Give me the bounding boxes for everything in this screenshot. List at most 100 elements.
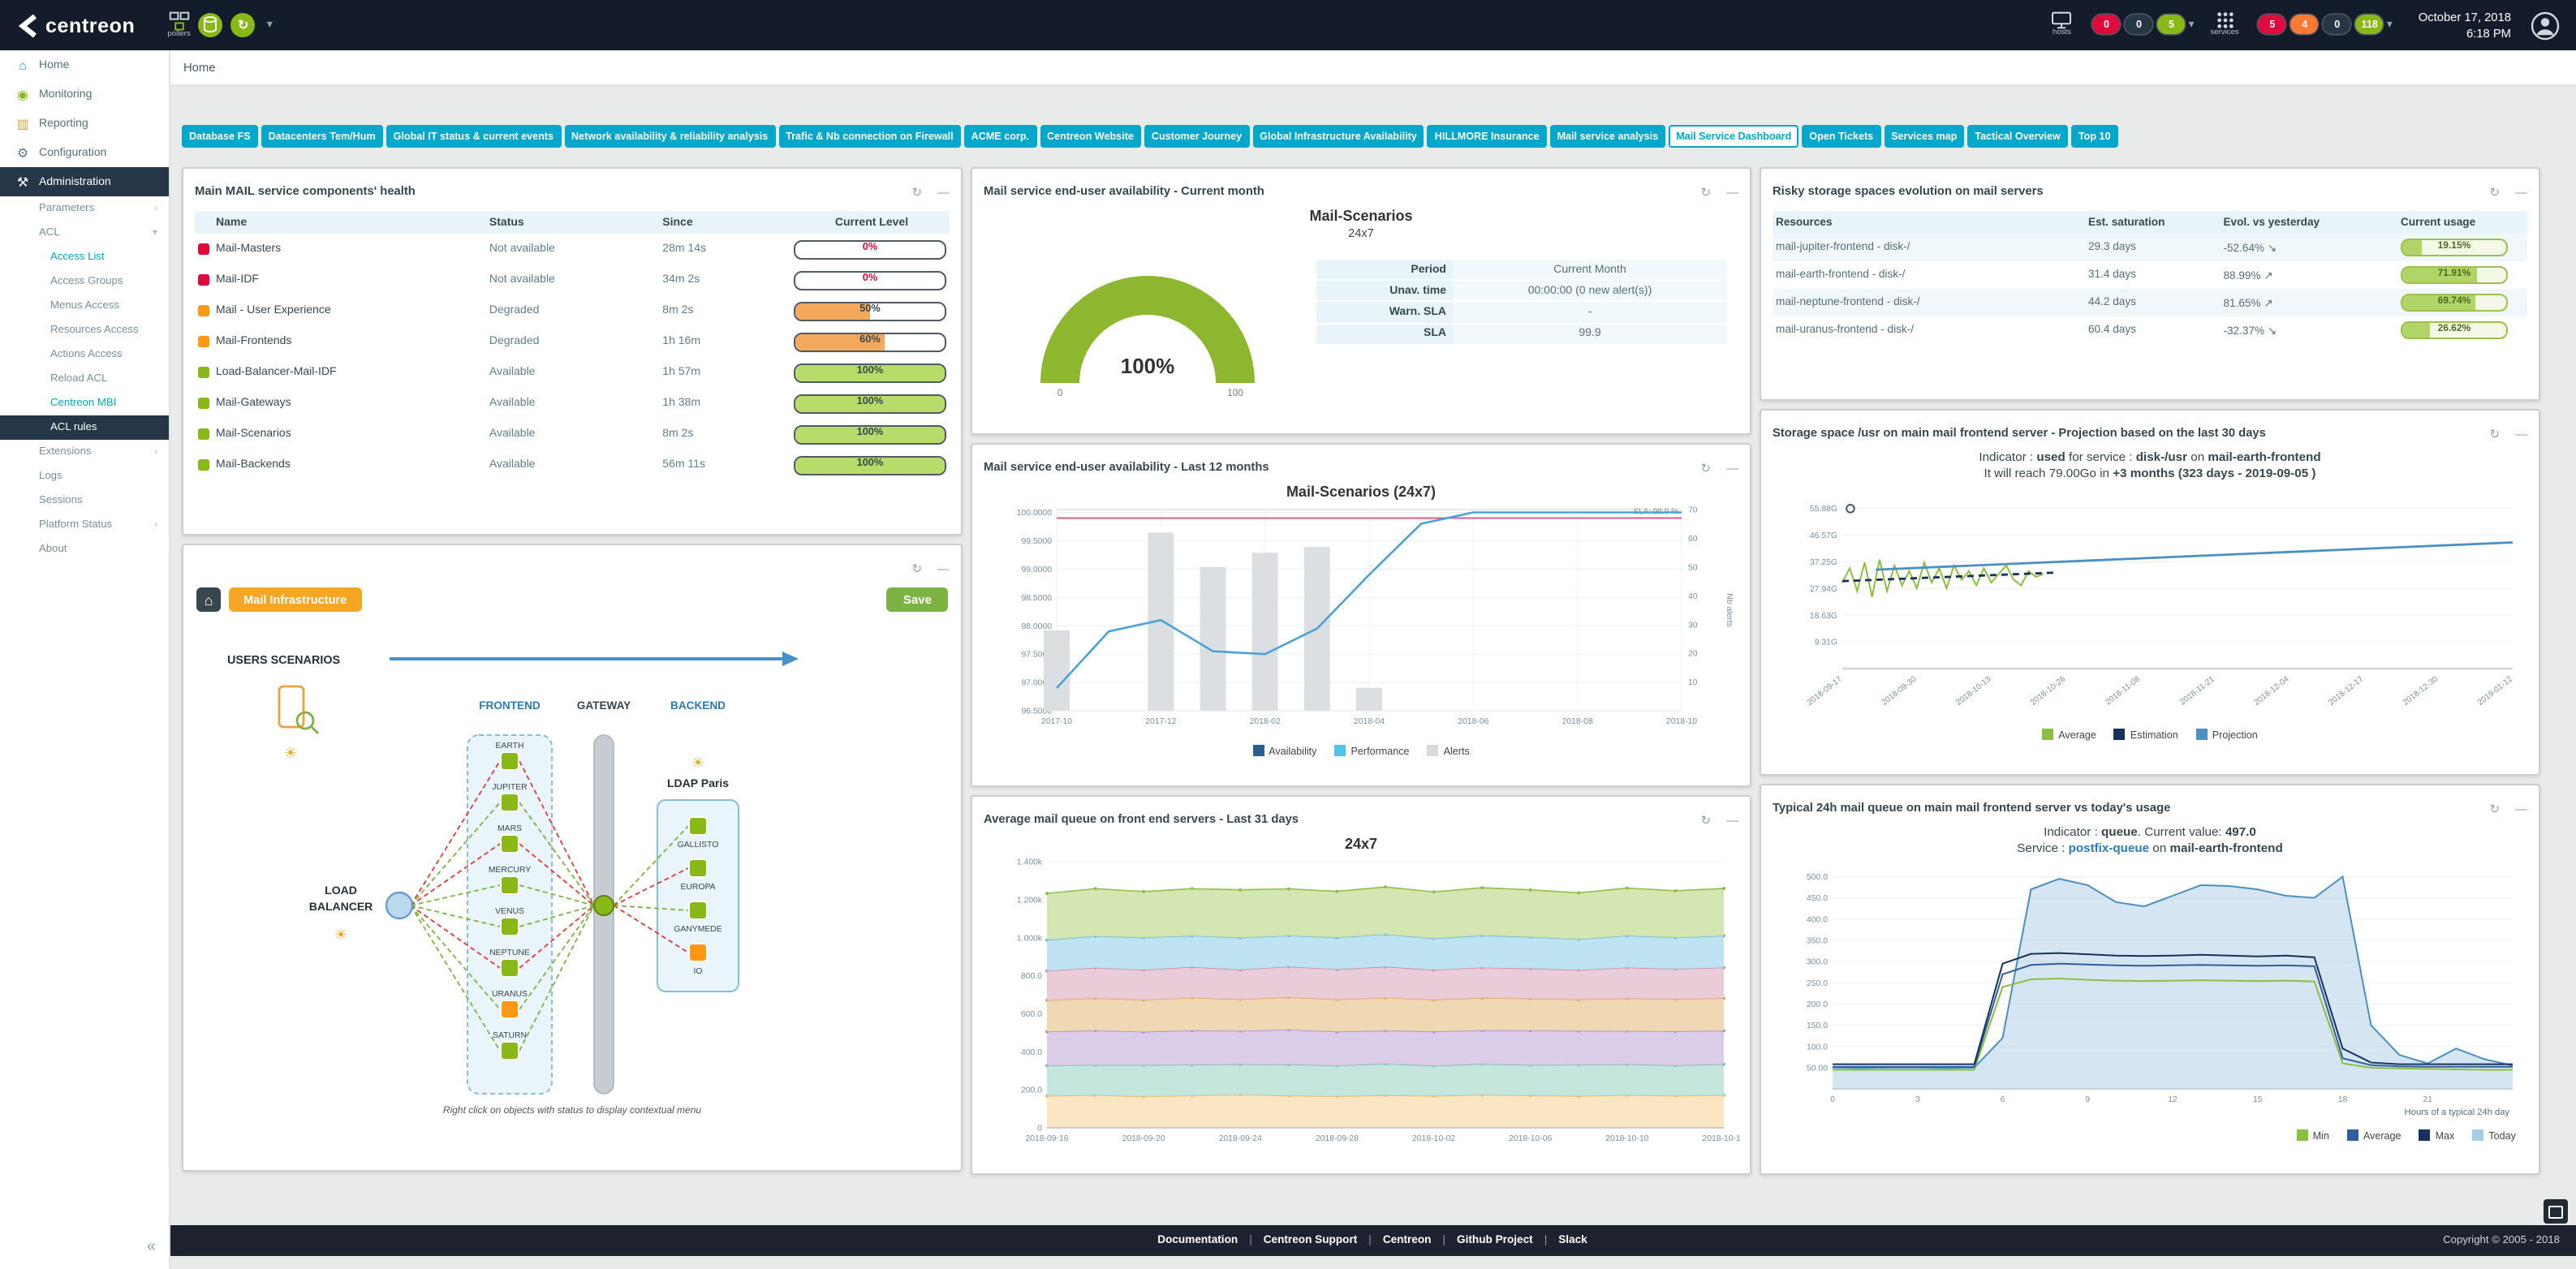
services-icon[interactable]: services [2211,11,2239,39]
sidebar-subitem-parameters[interactable]: Parameters› [0,196,169,221]
refresh-widget-icon[interactable]: ↻ [912,185,923,200]
hosts-status-badge[interactable]: 5 [2158,15,2186,35]
minimize-widget-icon[interactable]: — [937,561,950,576]
table-row-mail-masters[interactable]: Mail-MastersNot available28m 14s0% [195,234,950,265]
tab-centreon-website[interactable]: Centreon Website [1040,125,1141,148]
tab-top-10[interactable]: Top 10 [2071,125,2118,148]
backend-node-europa[interactable] [688,859,706,877]
refresh-widget-icon[interactable]: ↻ [1701,813,1712,828]
hosts-status-badge[interactable]: 0 [2126,15,2153,35]
user-profile-icon[interactable] [2531,11,2560,40]
pollers-chevron-icon[interactable]: ▾ [267,19,273,32]
sidebar-subitem-extensions[interactable]: Extensions› [0,440,169,464]
table-row-mail-jupiter-frontend-disk[interactable]: mail-jupiter-frontend - disk-/29.3 days-… [1773,234,2527,261]
sidebar-collapse-icon[interactable]: « [147,1238,156,1256]
table-row-mail-neptune-frontend-disk[interactable]: mail-neptune-frontend - disk-/44.2 days8… [1773,289,2527,316]
sidebar-item-reporting[interactable]: ▥Reporting [0,109,169,138]
footer-link-github-project[interactable]: Github Project [1457,1235,1533,1246]
table-row-mail-idf[interactable]: Mail-IDFNot available34m 2s0% [195,265,950,295]
sidebar-item-configuration[interactable]: ⚙Configuration [0,138,169,167]
sidebar-subitem-acl[interactable]: ACL▾ [0,221,169,245]
load-balancer-node[interactable] [386,893,411,918]
services-status-badge[interactable]: 5 [2259,15,2286,35]
minimize-widget-icon[interactable]: — [2515,802,2527,816]
poller-database-icon[interactable] [199,13,223,37]
frontend-node-mars[interactable] [500,835,518,853]
tab-tactical-overview[interactable]: Tactical Overview [1967,125,2068,148]
tab-mail-service-dashboard[interactable]: Mail Service Dashboard [1669,125,1798,148]
centreon-logo[interactable]: centreon [0,12,151,38]
save-button[interactable]: Save [887,587,948,612]
frontend-node-venus[interactable] [500,918,518,936]
footer-link-centreon-support[interactable]: Centreon Support [1264,1235,1358,1246]
refresh-widget-icon[interactable]: ↻ [2490,427,2501,441]
services-chevron-icon[interactable]: ▾ [2387,19,2393,32]
infrastructure-selector[interactable]: Mail Infrastructure [229,587,361,612]
sidebar-subitem-menus-access[interactable]: Menus Access [0,294,169,318]
tab-global-it-status-current-events[interactable]: Global IT status & current events [386,125,561,148]
tab-mail-service-analysis[interactable]: Mail service analysis [1550,125,1666,148]
breadcrumb[interactable]: Home [183,60,215,75]
minimize-widget-icon[interactable]: — [937,185,950,200]
table-row-load-balancer-mail-idf[interactable]: Load-Balancer-Mail-IDFAvailable1h 57m100… [195,357,950,388]
table-row-mail-uranus-frontend-disk[interactable]: mail-uranus-frontend - disk-/60.4 days-3… [1773,316,2527,344]
tab-hillmore-insurance[interactable]: HILLMORE Insurance [1428,125,1547,148]
services-status-badge[interactable]: 118 [2356,15,2384,35]
backend-node-ganymede[interactable] [688,901,706,919]
footer-link-centreon[interactable]: Centreon [1383,1235,1432,1246]
gateway-node[interactable] [593,896,613,915]
sidebar-subitem-sessions[interactable]: Sessions [0,488,169,513]
table-row-mail-gateways[interactable]: Mail-GatewaysAvailable1h 38m100% [195,388,950,419]
frontend-node-mercury[interactable] [500,876,518,894]
refresh-widget-icon[interactable]: ↻ [1701,461,1712,475]
minimize-widget-icon[interactable]: — [2515,427,2527,441]
frontend-node-earth[interactable] [500,752,518,770]
sidebar-subitem-access-list[interactable]: Access List [0,245,169,269]
frontend-node-uranus[interactable] [500,1000,518,1018]
tab-datacenters-tem-hum[interactable]: Datacenters Tem/Hum [261,125,383,148]
sidebar-subitem-acl-rules[interactable]: ACL rules [0,415,169,440]
tab-network-availability-reliability-analysis[interactable]: Network availability & reliability analy… [564,125,775,148]
tab-services-map[interactable]: Services map [1884,125,1964,148]
hosts-chevron-icon[interactable]: ▾ [2189,19,2195,32]
tab-customer-journey[interactable]: Customer Journey [1144,125,1249,148]
tab-global-infrastructure-availability[interactable]: Global Infrastructure Availability [1252,125,1424,148]
tab-database-fs[interactable]: Database FS [182,125,258,148]
table-row-mail-scenarios[interactable]: Mail-ScenariosAvailable8m 2s100% [195,419,950,450]
refresh-widget-icon[interactable]: ↻ [1701,185,1712,200]
frontend-node-saturn[interactable] [500,1042,518,1060]
table-row-mail-frontends[interactable]: Mail-FrontendsDegraded1h 16m60% [195,326,950,357]
sidebar-subitem-platform-status[interactable]: Platform Status› [0,513,169,537]
minimize-widget-icon[interactable]: — [1726,185,1738,200]
home-view-button[interactable]: ⌂ [196,587,221,612]
backend-node-io[interactable] [688,944,706,961]
tab-open-tickets[interactable]: Open Tickets [1802,125,1880,148]
sidebar-subitem-logs[interactable]: Logs [0,464,169,488]
sidebar-subitem-resources-access[interactable]: Resources Access [0,318,169,342]
footer-link-documentation[interactable]: Documentation [1157,1235,1238,1246]
refresh-widget-icon[interactable]: ↻ [912,561,923,576]
table-row-mail-earth-frontend-disk[interactable]: mail-earth-frontend - disk-/31.4 days88.… [1773,261,2527,289]
refresh-widget-icon[interactable]: ↻ [2490,185,2501,200]
refresh-widget-icon[interactable]: ↻ [2490,802,2501,816]
services-status-badge[interactable]: 0 [2324,15,2351,35]
hosts-icon[interactable]: hosts [2051,11,2074,39]
sidebar-item-home[interactable]: ⌂Home [0,50,169,80]
poller-status-icon[interactable]: ↻ [231,13,256,37]
services-status-badge[interactable]: 4 [2291,15,2319,35]
tab-acme-corp[interactable]: ACME corp. [964,125,1036,148]
frontend-node-jupiter[interactable] [500,794,518,811]
sidebar-item-administration[interactable]: ⚒Administration [0,167,169,196]
table-row-mail-backends[interactable]: Mail-BackendsAvailable56m 11s100% [195,450,950,480]
pollers-icon[interactable]: pollers [167,11,190,40]
frontend-node-neptune[interactable] [500,959,518,977]
tab-trafic-nb-connection-on-firewall[interactable]: Trafic & Nb connection on Firewall [778,125,960,148]
backend-node-gallisto[interactable] [688,817,706,835]
sidebar-item-monitoring[interactable]: ◉Monitoring [0,80,169,109]
hosts-status-badge[interactable]: 0 [2093,15,2121,35]
footer-link-slack[interactable]: Slack [1558,1235,1587,1246]
sidebar-subitem-access-groups[interactable]: Access Groups [0,269,169,294]
sidebar-subitem-centreon-mbi[interactable]: Centreon MBI [0,391,169,415]
corner-widget-button[interactable] [2544,1199,2568,1224]
sidebar-subitem-reload-acl[interactable]: Reload ACL [0,367,169,391]
